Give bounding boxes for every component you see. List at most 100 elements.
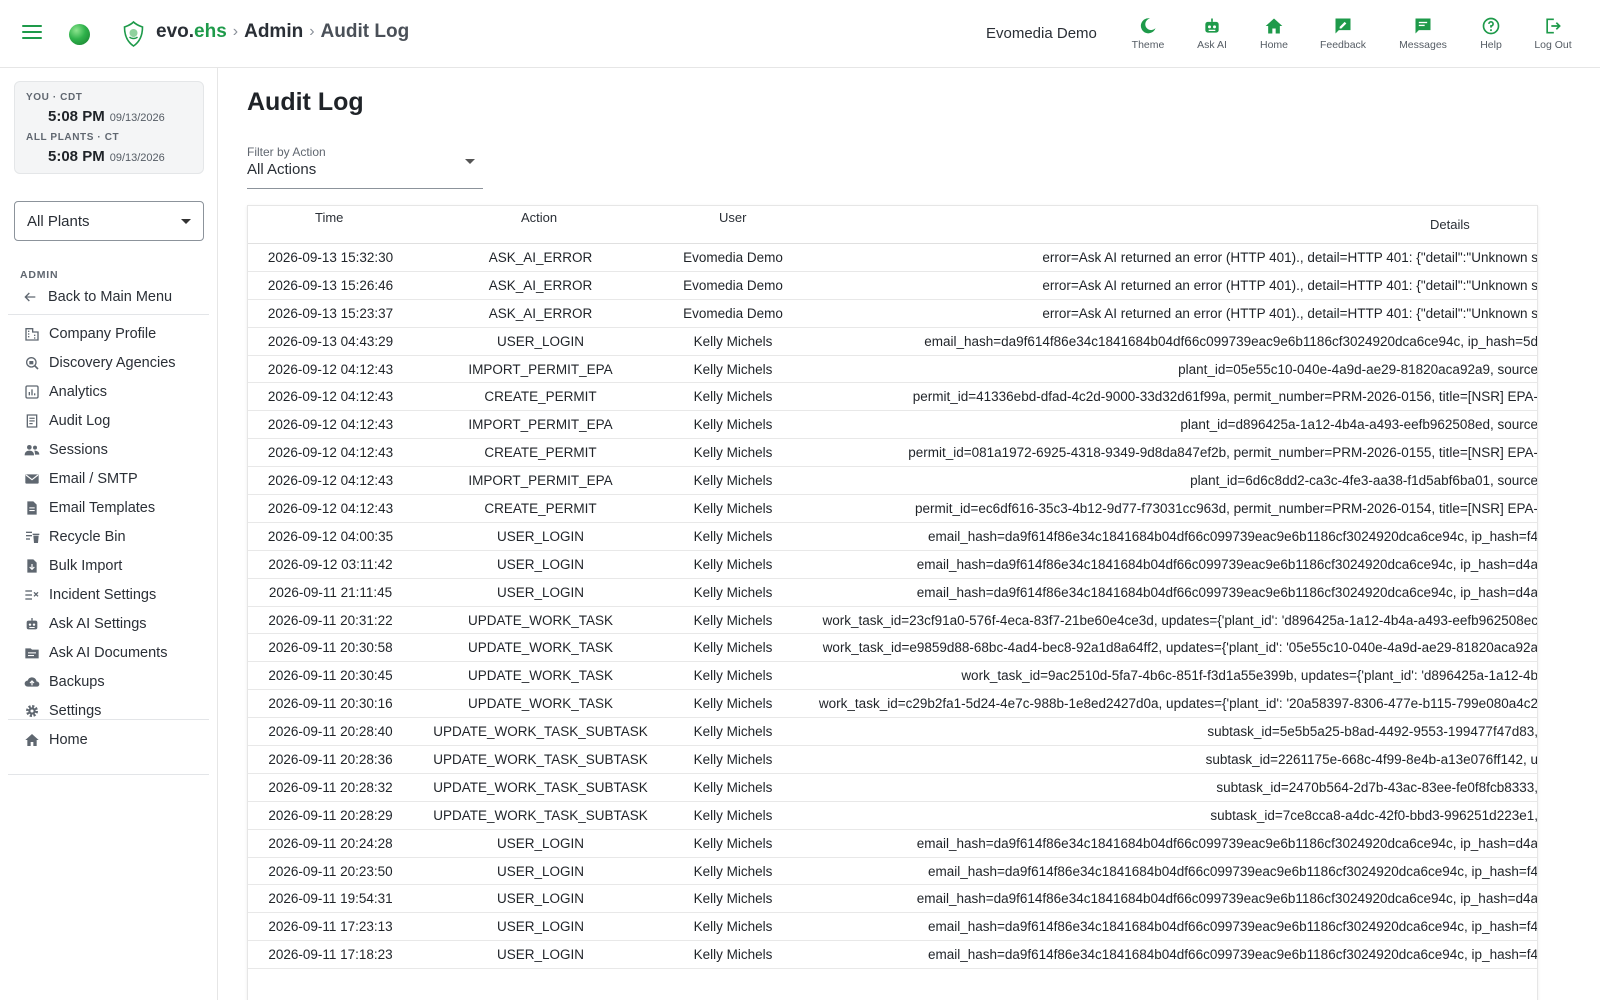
cell-action: CREATE_PERMIT xyxy=(484,445,597,461)
cell-user: Kelly Michels xyxy=(693,668,773,684)
cell-time: 2026-09-12 04:12:43 xyxy=(267,361,394,377)
cell-action: USER_LOGIN xyxy=(496,947,585,963)
cell-time: 2026-09-12 04:00:35 xyxy=(267,528,394,544)
cell-user: Kelly Michels xyxy=(693,501,773,517)
column-header-action[interactable]: Action xyxy=(521,210,557,225)
sidebar-item-sessions[interactable]: Sessions xyxy=(0,435,217,464)
table-row[interactable]: 2026-09-12 04:12:43 IMPORT_PERMIT_EPA Kell… xyxy=(248,356,1537,384)
sidebar-item-analytics[interactable]: Analytics xyxy=(0,377,217,406)
details-text: work_task_id=c29b2fa1-5d24-4e7c-988b-1e8… xyxy=(818,696,1538,712)
sidebar-item-company-profile[interactable]: Company Profile xyxy=(0,319,217,348)
cell-details: subtask_id=2261175e-668c-4f99-8e4b-a13e0… xyxy=(808,746,1537,773)
moon-icon xyxy=(1140,18,1156,34)
details-text: work_task_id=e9859d88-68bc-4ad4-bec8-92a… xyxy=(822,640,1538,656)
table-row[interactable]: 2026-09-13 15:23:37 ASK_AI_ERROR Evomedia … xyxy=(248,300,1537,328)
table-row[interactable]: 2026-09-11 19:54:31 USER_LOGIN Kelly Miche… xyxy=(248,885,1537,914)
help-button[interactable]: Help xyxy=(1460,16,1522,56)
cell-details: email_hash=da9f614f86e34c1841684b04df66c… xyxy=(808,551,1537,578)
sidebar-item-home[interactable]: Home xyxy=(0,725,217,754)
ask-ai-button[interactable]: Ask AI xyxy=(1176,16,1248,56)
building-icon xyxy=(25,327,39,341)
theme-button[interactable]: Theme xyxy=(1120,16,1176,56)
cell-action: UPDATE_WORK_TASK_SUBTASK xyxy=(433,807,648,823)
table-row[interactable]: 2026-09-12 04:12:43 CREATE_PERMIT Kelly Mi… xyxy=(248,383,1538,412)
table-row[interactable]: 2026-09-11 20:28:36 UPDATE_WORK_TASK_SUBT… xyxy=(248,746,1537,774)
cell-time: 2026-09-11 20:30:16 xyxy=(268,696,393,712)
chevron-down-icon xyxy=(181,218,191,224)
table-row[interactable]: 2026-09-11 20:23:50 USER_LOGIN Kelly Miche… xyxy=(248,858,1537,886)
column-header-time[interactable]: Time xyxy=(315,210,343,225)
table-row[interactable]: 2026-09-11 17:18:23 USER_LOGIN Kelly Miche… xyxy=(248,941,1537,970)
log-out-button[interactable]: Log Out xyxy=(1522,16,1584,56)
top-actions: Theme Ask AI Home Feedback Messages Help… xyxy=(1120,16,1584,56)
table-row[interactable]: 2026-09-11 21:11:45 USER_LOGIN Kelly Miche… xyxy=(248,579,1537,607)
breadcrumb-admin[interactable]: Admin xyxy=(244,21,303,43)
cell-user: Kelly Michels xyxy=(693,528,773,544)
cell-user: Kelly Michels xyxy=(693,361,773,377)
table-row[interactable]: 2026-09-12 03:11:42 USER_LOGIN Kelly Miche… xyxy=(248,551,1537,579)
recycle-bin-icon xyxy=(26,531,40,543)
cell-details: error=Ask AI returned an error (HTTP 401… xyxy=(808,244,1537,271)
messages-button[interactable]: Messages xyxy=(1386,16,1460,56)
filter-by-action-select[interactable]: Filter by Action All Actions xyxy=(247,144,483,189)
cell-action: USER_LOGIN xyxy=(496,556,585,572)
details-text: error=Ask AI returned an error (HTTP 401… xyxy=(1042,305,1538,321)
column-header-details[interactable]: Details xyxy=(1430,217,1470,232)
column-header-user[interactable]: User xyxy=(719,210,746,225)
table-row[interactable]: 2026-09-13 15:32:30 ASK_AI_ERROR Evomedia … xyxy=(248,244,1537,272)
cell-time: 2026-09-11 20:24:28 xyxy=(268,835,393,851)
table-row[interactable]: 2026-09-12 04:12:43 IMPORT_PERMIT_EPA Kell… xyxy=(248,467,1538,496)
details-text: subtask_id=5e5b5a25-b8ad-4492-9553-19947… xyxy=(1207,724,1538,740)
sidebar: YOU · CDT 5:08 PM 09/13/2026 ALL PLANTS ·… xyxy=(0,68,218,1000)
details-text: permit_id=41336ebd-dfad-4c2d-9000-33d32d… xyxy=(912,389,1538,405)
table-row[interactable]: 2026-09-11 20:24:28 USER_LOGIN Kelly Miche… xyxy=(248,830,1537,858)
sidebar-item-audit-log[interactable]: Audit Log xyxy=(0,406,217,435)
sidebar-item-incident-settings[interactable]: Incident Settings xyxy=(0,580,217,609)
home-button[interactable]: Home xyxy=(1248,16,1300,56)
sidebar-item-bulk-import[interactable]: Bulk Import xyxy=(0,551,217,580)
back-to-main-menu-link[interactable]: Back to Main Menu xyxy=(22,284,172,310)
sidebar-item-discovery-agencies[interactable]: Discovery Agencies xyxy=(0,348,217,377)
sidebar-item-email-smtp[interactable]: Email / SMTP xyxy=(0,464,217,493)
sidebar-item-recycle-bin[interactable]: Recycle Bin xyxy=(0,522,217,551)
sidebar-item-ask-ai-documents[interactable]: Ask AI Documents xyxy=(0,638,217,667)
incident-settings-icon xyxy=(25,589,39,600)
account-name: Evomedia Demo xyxy=(986,25,1097,42)
hamburger-menu-icon[interactable] xyxy=(22,25,42,41)
table-row[interactable]: 2026-09-11 20:28:40 UPDATE_WORK_TASK_SUBT… xyxy=(248,718,1538,747)
table-row[interactable]: 2026-09-11 20:28:29 UPDATE_WORK_TASK_SUBT… xyxy=(248,802,1537,830)
table-row[interactable]: 2026-09-11 20:28:32 UPDATE_WORK_TASK_SUBT… xyxy=(248,774,1537,802)
plant-select[interactable]: All Plants xyxy=(14,201,204,241)
cell-action: UPDATE_WORK_TASK xyxy=(467,696,614,712)
cell-time: 2026-09-11 17:18:23 xyxy=(268,947,393,963)
cell-details: work_task_id=23cf91a0-576f-4eca-83f7-21b… xyxy=(808,607,1537,634)
table-row[interactable]: 2026-09-11 20:30:45 UPDATE_WORK_TASK Kelly… xyxy=(248,662,1537,691)
audit-log-table: Time Action User Details 2026-09-13 15:3… xyxy=(247,205,1538,1000)
table-row[interactable]: 2026-09-11 20:30:58 UPDATE_WORK_TASK Kelly… xyxy=(248,634,1538,663)
cell-user: Kelly Michels xyxy=(693,696,773,712)
cell-time: 2026-09-11 20:28:36 xyxy=(268,752,393,768)
table-row[interactable]: 2026-09-13 15:26:46 ASK_AI_ERROR Evomedia … xyxy=(248,272,1537,300)
table-row[interactable]: 2026-09-12 04:00:35 USER_LOGIN Kelly Miche… xyxy=(248,523,1537,551)
brand-name[interactable]: evo.ehs xyxy=(156,21,227,43)
cell-details: email_hash=da9f614f86e34c1841684b04df66c… xyxy=(808,941,1537,968)
table-row[interactable]: 2026-09-11 20:30:16 UPDATE_WORK_TASK Kelly… xyxy=(248,690,1538,719)
sidebar-item-settings[interactable]: Settings xyxy=(0,696,217,725)
table-row[interactable]: 2026-09-12 04:12:43 CREATE_PERMIT Kelly Mi… xyxy=(248,495,1537,523)
table-row[interactable]: 2026-09-11 20:31:22 UPDATE_WORK_TASK Kelly… xyxy=(248,607,1537,635)
details-text: permit_id=081a1972-6925-4318-9349-9d8da8… xyxy=(908,445,1538,461)
cell-time: 2026-09-11 20:28:40 xyxy=(268,724,393,740)
details-text: plant_id=6d6c8dd2-ca3c-4fe3-aa38-f1d5abf… xyxy=(1190,473,1538,489)
cell-user: Kelly Michels xyxy=(693,724,773,740)
cell-action: IMPORT_PERMIT_EPA xyxy=(468,361,613,377)
sidebar-item-backups[interactable]: Backups xyxy=(0,667,217,696)
table-row[interactable]: 2026-09-11 17:23:13 USER_LOGIN Kelly Miche… xyxy=(248,913,1537,942)
table-row[interactable]: 2026-09-12 04:12:43 CREATE_PERMIT Kelly Mi… xyxy=(248,439,1538,468)
table-row[interactable]: 2026-09-12 04:12:43 IMPORT_PERMIT_EPA Kell… xyxy=(248,411,1537,440)
sidebar-item-ask-ai-settings[interactable]: Ask AI Settings xyxy=(0,609,217,638)
table-row[interactable]: 2026-09-13 04:43:29 USER_LOGIN Kelly Miche… xyxy=(248,328,1537,356)
feedback-button[interactable]: Feedback xyxy=(1300,16,1386,56)
status-indicator-icon xyxy=(69,24,90,45)
help-icon xyxy=(1482,17,1500,35)
sidebar-item-email-templates[interactable]: Email Templates xyxy=(0,493,217,522)
